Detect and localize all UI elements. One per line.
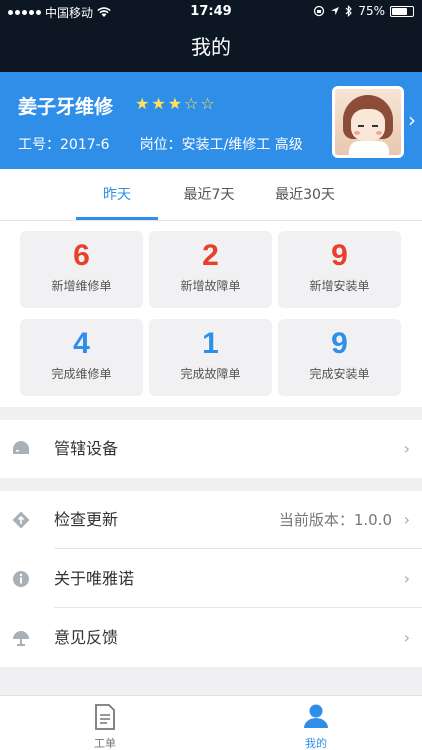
star-empty-icon: ☆ [200, 94, 217, 113]
status-right: 75% [313, 4, 414, 18]
menu-feedback[interactable]: 意见反馈 › [0, 609, 422, 667]
user-icon [304, 704, 328, 728]
battery-percent: 75% [358, 4, 385, 18]
tab-last-30-days[interactable]: 最近30天 [260, 169, 350, 221]
stat-value: 4 [73, 327, 90, 360]
period-tabs: 昨天 最近7天 最近30天 [0, 169, 422, 221]
chevron-right-icon: › [403, 628, 410, 647]
stats-grid: 6 新增维修单 2 新增故障单 9 新增安装单 4 完成维修单 1 完成故障单 … [0, 221, 422, 407]
stat-card-new-repair[interactable]: 6 新增维修单 [20, 231, 143, 308]
stat-label: 完成维修单 [51, 367, 112, 381]
update-icon [12, 511, 30, 529]
menu-check-update[interactable]: 检查更新 当前版本：1.0.0 › [0, 491, 422, 549]
stat-value: 6 [73, 239, 90, 272]
chevron-right-icon[interactable]: › [408, 108, 416, 132]
profile-card[interactable]: 姜子牙维修 ★★★☆☆ 工号：2017-6 岗位：安装工/维修工 高级 › [0, 72, 422, 169]
stat-card-done-install[interactable]: 9 完成安装单 [278, 319, 401, 396]
stat-value: 2 [202, 239, 219, 272]
menu-label: 意见反馈 [54, 628, 119, 647]
bluetooth-icon [345, 5, 353, 17]
stat-label: 新增故障单 [180, 279, 241, 293]
settings-section: 检查更新 当前版本：1.0.0 › 关于唯雅诺 › 意见反馈 › [0, 491, 422, 667]
stat-label: 新增安装单 [309, 279, 370, 293]
tab-mine[interactable]: 我的 [276, 696, 356, 750]
status-bar: 中国移动 17:49 75% [0, 0, 422, 24]
menu-about[interactable]: 关于唯雅诺 › [0, 550, 422, 608]
page-title: 我的 [191, 35, 231, 59]
star-empty-icon: ☆ [184, 94, 201, 113]
device-icon [13, 441, 29, 454]
star-filled-icon: ★ [167, 94, 185, 113]
menu-label: 管辖设备 [54, 439, 119, 458]
stat-card-done-repair[interactable]: 4 完成维修单 [20, 319, 143, 396]
stat-label: 新增维修单 [51, 279, 112, 293]
stat-value: 1 [202, 327, 219, 360]
tab-orders[interactable]: 工单 [65, 696, 145, 750]
profile-name: 姜子牙维修 [18, 96, 114, 118]
battery-icon [390, 5, 414, 17]
tab-label: 我的 [305, 737, 327, 750]
document-icon [95, 704, 115, 730]
menu-devices[interactable]: 管辖设备 › [0, 420, 422, 478]
stat-value: 9 [331, 239, 348, 272]
avatar[interactable] [332, 86, 404, 158]
stat-label: 完成故障单 [180, 367, 241, 381]
bottom-tab-bar: 工单 我的 [0, 695, 422, 750]
chevron-right-icon: › [403, 510, 410, 529]
stat-card-new-install[interactable]: 9 新增安装单 [278, 231, 401, 308]
stat-card-new-fault[interactable]: 2 新增故障单 [149, 231, 272, 308]
stat-card-done-fault[interactable]: 1 完成故障单 [149, 319, 272, 396]
position: 岗位：安装工/维修工 高级 [139, 137, 303, 153]
stat-value: 9 [331, 327, 348, 360]
star-filled-icon: ★ [151, 94, 168, 113]
version-value: 当前版本：1.0.0 [278, 511, 392, 529]
employee-id: 工号：2017-6 [18, 137, 110, 153]
tab-yesterday[interactable]: 昨天 [76, 169, 158, 221]
rating-stars: ★★★☆☆ [135, 94, 217, 113]
devices-section: 管辖设备 › [0, 420, 422, 478]
profile-info: 工号：2017-6 岗位：安装工/维修工 高级 [18, 134, 303, 154]
nav-bar: 我的 [0, 24, 422, 72]
tab-label: 工单 [94, 737, 116, 750]
menu-label: 检查更新 [54, 510, 119, 529]
feedback-icon [13, 631, 29, 646]
star-filled-icon: ★ [135, 94, 152, 113]
orientation-lock-icon [314, 5, 325, 17]
chevron-right-icon: › [403, 569, 410, 588]
stat-label: 完成安装单 [309, 367, 370, 381]
location-icon [331, 7, 340, 15]
menu-label: 关于唯雅诺 [54, 569, 135, 588]
info-icon [13, 571, 29, 587]
chevron-right-icon: › [403, 439, 410, 458]
tab-last-7-days[interactable]: 最近7天 [168, 169, 250, 221]
